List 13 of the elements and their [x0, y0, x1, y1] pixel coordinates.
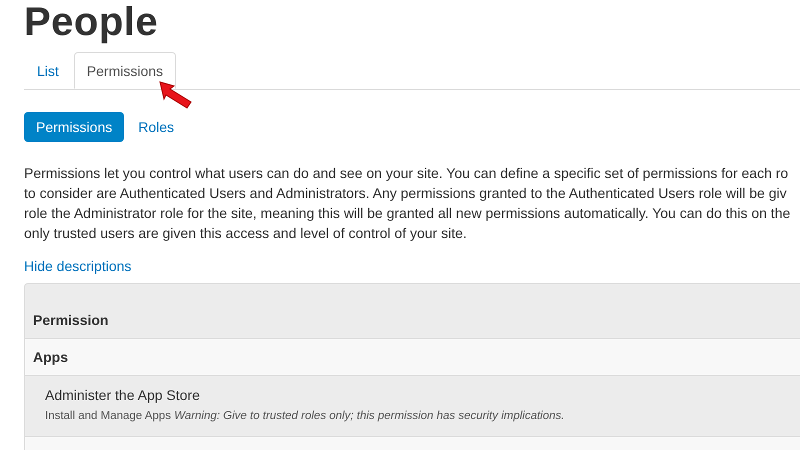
tab[interactable]: Permissions — [74, 52, 176, 89]
description-text: Permissions let you control what users can do and see on your site. You can define a specific set of permissions for each ro — [24, 164, 790, 183]
group-row: Apps — [25, 339, 800, 376]
description-text: only trusted users are given this access and level of control of your site. — [24, 224, 468, 243]
page-title: People — [24, 0, 160, 44]
hide-descriptions-link[interactable]: Hide descriptions — [24, 256, 132, 276]
pill-tab[interactable]: Permissions — [24, 112, 124, 142]
description-text: to consider are Authenticated Users and Administrators. Any permissions granted to the Authenticated Users role will be giv — [24, 184, 788, 203]
permission-description: Install and Manage Apps Warning: Give to trusted roles only; this permission has security implications. — [45, 409, 566, 424]
arrow-icon — [158, 80, 194, 110]
permission-title: Administer the App Store — [45, 386, 201, 404]
description-text: role the Administrator role for the site, meaning this will be granted all new permissions automatically. You can do this on the — [24, 204, 792, 223]
pill-tab[interactable]: Roles — [126, 112, 186, 142]
